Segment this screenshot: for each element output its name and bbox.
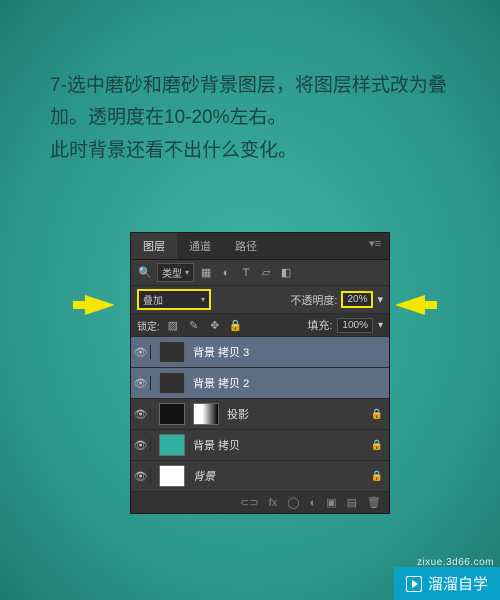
panel-menu-icon[interactable]: ▾≡ bbox=[361, 233, 389, 259]
fill-input[interactable]: 100% bbox=[337, 318, 373, 333]
panel-footer: ⊂⊃ fx ◯ ◐ ▣ ▤ 🗑 bbox=[131, 492, 389, 513]
watermark-badge: 溜溜自学 bbox=[394, 567, 500, 600]
filter-smart-icon[interactable]: ◧ bbox=[278, 266, 294, 280]
lock-row: 锁定: ▨ ✎ ✥ 🔒 填充: 100% ▾ bbox=[131, 314, 389, 337]
layer-thumb bbox=[159, 341, 185, 363]
link-layers-icon[interactable]: ⊂⊃ bbox=[240, 496, 258, 509]
lock-icon: 🔒 bbox=[371, 471, 383, 482]
visibility-icon[interactable]: 👁 bbox=[137, 376, 151, 390]
filter-row: 🔍 类型 ▾ ▦ ◐ T ▱ ◧ bbox=[131, 260, 389, 286]
layer-name: 背景 拷贝 bbox=[193, 437, 363, 453]
tab-layers[interactable]: 图层 bbox=[131, 233, 177, 259]
chevron-down-icon: ▾ bbox=[185, 268, 189, 277]
instruction-line1: 7-选中磨砂和磨砂背景图层，将图层样式改为叠加。透明度在10-20%左右。 bbox=[50, 70, 450, 135]
lock-transparency-icon[interactable]: ▨ bbox=[165, 318, 181, 332]
lock-icon: 🔒 bbox=[371, 440, 383, 451]
filter-shape-icon[interactable]: ▱ bbox=[258, 266, 274, 280]
visibility-icon[interactable]: 👁 bbox=[137, 438, 151, 452]
lock-position-icon[interactable]: ✥ bbox=[207, 318, 223, 332]
chevron-down-icon[interactable]: ▾ bbox=[377, 293, 383, 306]
callout-arrow-right bbox=[395, 295, 425, 315]
blend-mode-select[interactable]: 叠加 ▾ bbox=[137, 289, 211, 310]
visibility-icon[interactable]: 👁 bbox=[137, 407, 151, 421]
layer-row[interactable]: 👁 投影 🔒 bbox=[131, 399, 389, 430]
lock-all-icon[interactable]: 🔒 bbox=[228, 318, 244, 332]
layer-row[interactable]: 👁 背景 拷贝 🔒 bbox=[131, 430, 389, 461]
search-icon[interactable]: 🔍 bbox=[137, 266, 153, 280]
layers-panel-container: 图层 通道 路径 ▾≡ 🔍 类型 ▾ ▦ ◐ T ▱ ◧ 叠加 ▾ 不透明度: … bbox=[130, 232, 390, 514]
layer-name: 投影 bbox=[227, 406, 363, 422]
visibility-icon[interactable]: 👁 bbox=[137, 345, 151, 359]
chevron-down-icon: ▾ bbox=[201, 295, 205, 304]
lock-label: 锁定: bbox=[137, 318, 160, 333]
filter-kind-select[interactable]: 类型 ▾ bbox=[157, 263, 194, 282]
opacity-label: 不透明度: bbox=[290, 292, 337, 308]
layer-thumb bbox=[159, 434, 185, 456]
layer-name: 背景 拷贝 3 bbox=[193, 344, 383, 360]
play-icon bbox=[406, 576, 422, 592]
panel-tabs: 图层 通道 路径 ▾≡ bbox=[131, 233, 389, 260]
layers-panel: 图层 通道 路径 ▾≡ 🔍 类型 ▾ ▦ ◐ T ▱ ◧ 叠加 ▾ 不透明度: … bbox=[130, 232, 390, 514]
callout-arrow-left bbox=[85, 295, 115, 315]
trash-icon[interactable]: 🗑 bbox=[367, 496, 381, 509]
layer-thumb bbox=[159, 403, 185, 425]
fx-icon[interactable]: fx bbox=[269, 497, 278, 509]
chevron-down-icon[interactable]: ▾ bbox=[378, 320, 383, 331]
fill-label: 填充: bbox=[307, 317, 332, 333]
filter-type-icon[interactable]: T bbox=[238, 266, 254, 280]
lock-pixels-icon[interactable]: ✎ bbox=[186, 318, 202, 332]
layer-name: 背景 bbox=[193, 468, 363, 484]
mask-icon[interactable]: ◯ bbox=[287, 496, 299, 509]
filter-adjust-icon[interactable]: ◐ bbox=[218, 266, 234, 280]
lock-icon: 🔒 bbox=[371, 409, 383, 420]
layer-name: 背景 拷贝 2 bbox=[193, 375, 383, 391]
instruction-text: 7-选中磨砂和磨砂背景图层，将图层样式改为叠加。透明度在10-20%左右。 此时… bbox=[50, 70, 450, 167]
tab-channels[interactable]: 通道 bbox=[177, 233, 223, 259]
layer-row[interactable]: 👁 背景 拷贝 2 bbox=[131, 368, 389, 399]
layer-row[interactable]: 👁 背景 拷贝 3 bbox=[131, 337, 389, 368]
layer-thumb bbox=[159, 372, 185, 394]
adjustment-icon[interactable]: ◐ bbox=[310, 497, 317, 509]
tab-paths[interactable]: 路径 bbox=[223, 233, 269, 259]
group-icon[interactable]: ▣ bbox=[326, 496, 336, 509]
filter-pixel-icon[interactable]: ▦ bbox=[198, 266, 214, 280]
layer-thumb bbox=[159, 465, 185, 487]
layer-row[interactable]: 👁 背景 🔒 bbox=[131, 461, 389, 492]
instruction-line2: 此时背景还看不出什么变化。 bbox=[50, 135, 450, 167]
opacity-input[interactable]: 20% bbox=[341, 291, 373, 308]
blend-row: 叠加 ▾ 不透明度: 20% ▾ bbox=[131, 286, 389, 314]
watermark-brand: 溜溜自学 bbox=[428, 573, 488, 594]
new-layer-icon[interactable]: ▤ bbox=[347, 496, 357, 509]
visibility-icon[interactable]: 👁 bbox=[137, 469, 151, 483]
layer-mask-thumb bbox=[193, 403, 219, 425]
